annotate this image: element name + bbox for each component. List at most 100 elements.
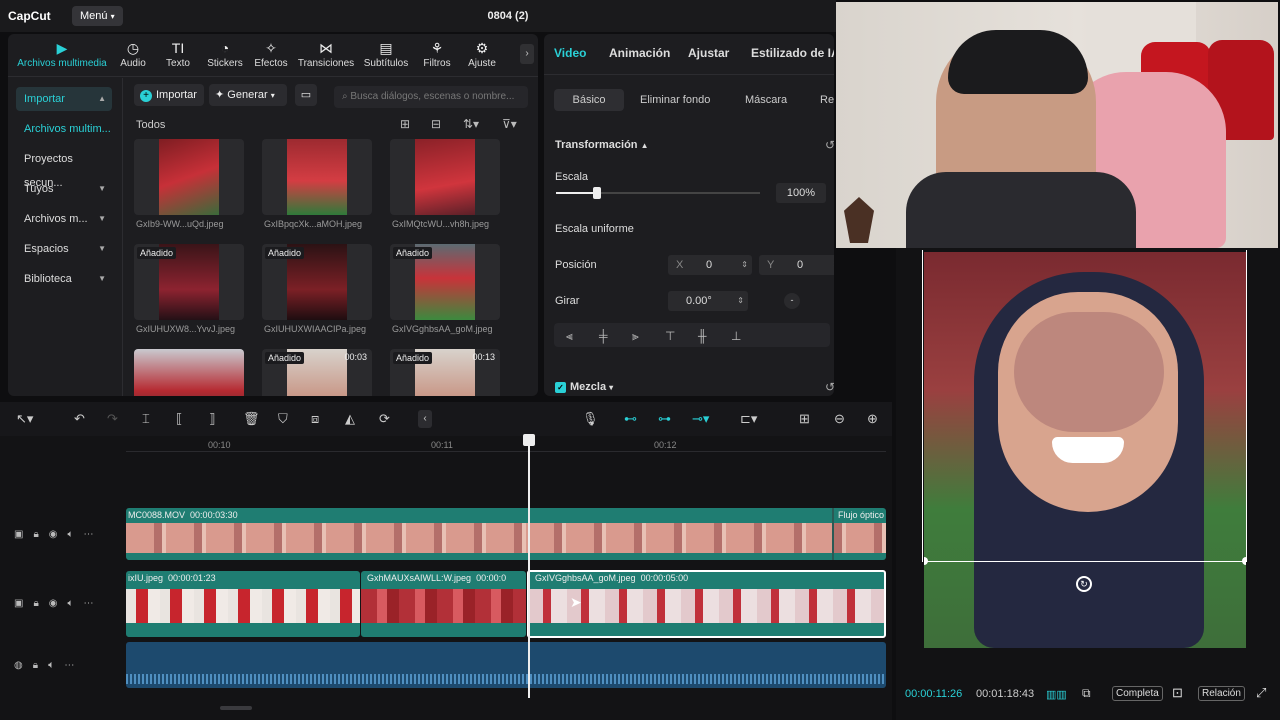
chevron-right-icon[interactable]: › bbox=[520, 44, 534, 64]
more-icon[interactable]: ⋯ bbox=[64, 660, 84, 671]
reset-icon[interactable]: ↺ bbox=[825, 380, 834, 394]
media-thumbnail[interactable]: Añadido 00:03 bbox=[262, 349, 372, 396]
delete-icon[interactable]: 🗑︎ bbox=[243, 411, 260, 427]
time-ruler[interactable] bbox=[126, 436, 886, 452]
playhead[interactable] bbox=[528, 436, 530, 698]
media-thumbnail[interactable]: Añadido bbox=[134, 244, 244, 320]
stepper-icon[interactable]: ⇕ bbox=[737, 291, 744, 311]
tool-transitions[interactable]: ⋈ Transiciones bbox=[296, 40, 356, 69]
horizontal-scrollbar[interactable] bbox=[220, 706, 252, 710]
magnet-snap-icon[interactable]: ⊷ bbox=[624, 411, 637, 427]
media-thumbnail[interactable]: Añadido bbox=[262, 244, 372, 320]
stepper-icon[interactable]: ⇕ bbox=[832, 255, 834, 275]
more-icon[interactable]: ⋯ bbox=[84, 598, 104, 609]
audio-clip[interactable] bbox=[126, 642, 886, 688]
chevron-left-icon[interactable]: ‹ bbox=[418, 410, 432, 428]
split-left-icon[interactable]: ⟦ bbox=[176, 411, 182, 427]
media-thumbnail[interactable] bbox=[390, 139, 500, 215]
tool-text[interactable]: TI Texto bbox=[161, 40, 195, 69]
folder-icon[interactable]: ⊞ bbox=[400, 117, 410, 131]
stepper-icon[interactable]: ⇕ bbox=[741, 255, 748, 275]
eye-icon[interactable]: ◉ bbox=[49, 529, 68, 540]
tool-stickers[interactable]: ◔ Stickers bbox=[204, 40, 246, 69]
scale-slider[interactable] bbox=[556, 187, 760, 199]
playhead-handle[interactable] bbox=[523, 434, 535, 446]
align-left-icon[interactable]: ⫷ bbox=[566, 329, 573, 344]
lock-icon[interactable]: 🔒︎ bbox=[33, 529, 48, 540]
select-pointer-icon[interactable]: ↖▾ bbox=[16, 411, 33, 427]
volume-icon[interactable]: 🔈︎ bbox=[48, 660, 64, 671]
rotate-dial-icon[interactable]: - bbox=[784, 293, 800, 309]
generate-button[interactable]: ✦ Generar ▾ bbox=[209, 84, 287, 106]
subtab-basic[interactable]: Básico bbox=[554, 89, 624, 111]
align-right-icon[interactable]: ⫸ bbox=[632, 329, 639, 344]
preview-frame[interactable]: ↻ bbox=[924, 252, 1246, 648]
tab-adjust[interactable]: Ajustar bbox=[688, 46, 729, 60]
rotate-field[interactable]: 0.00° ⇕ bbox=[668, 291, 748, 311]
split-icon[interactable]: ⌶ bbox=[142, 411, 150, 427]
cover-icon[interactable]: ▣ bbox=[14, 598, 33, 609]
tool-audio[interactable]: ◷ Audio bbox=[116, 40, 150, 69]
tab-ai-style[interactable]: Estilizado de IA bbox=[751, 46, 834, 60]
tool-subtitles[interactable]: ▤ Subtítulos bbox=[360, 40, 412, 69]
media-thumbnail[interactable] bbox=[262, 139, 372, 215]
redo-icon[interactable]: ↷ bbox=[107, 411, 118, 427]
filter-icon[interactable]: ⊽▾ bbox=[502, 117, 517, 131]
position-x-field[interactable]: X 0 ⇕ bbox=[668, 255, 752, 275]
tool-adjust[interactable]: ⚙ Ajuste bbox=[464, 40, 500, 69]
rotate-handle-icon[interactable]: ↻ bbox=[1076, 576, 1092, 592]
aspect-ratio-button[interactable]: Relación bbox=[1198, 686, 1245, 701]
cover-icon[interactable]: ▣ bbox=[14, 529, 33, 540]
sidebar-item-import[interactable]: Importar ▲ bbox=[16, 87, 112, 111]
scale-value[interactable]: 100% bbox=[776, 183, 826, 203]
grid-view-icon[interactable]: ⊟ bbox=[431, 117, 441, 131]
scale-slider-handle[interactable] bbox=[592, 187, 601, 199]
crop-icon[interactable]: ⧉ bbox=[1082, 686, 1091, 701]
rotate-icon[interactable]: ⟳ bbox=[379, 411, 390, 427]
split-right-icon[interactable]: ⟧ bbox=[209, 411, 215, 427]
tool-filters[interactable]: ⚘ Filtros bbox=[418, 40, 456, 69]
auto-snap-icon[interactable]: ⊶ bbox=[658, 411, 671, 427]
sidebar-item-subprojects[interactable]: Proyectos secun... bbox=[16, 147, 112, 189]
volume-icon[interactable]: 🔈︎ bbox=[68, 529, 84, 540]
filter-all[interactable]: Todos bbox=[136, 119, 165, 131]
undo-icon[interactable]: ↶ bbox=[74, 411, 85, 427]
transform-section[interactable]: Transformación ▲ bbox=[555, 139, 649, 151]
full-quality-button[interactable]: Completa bbox=[1112, 686, 1163, 701]
align-center-icon[interactable]: ╪ bbox=[599, 329, 608, 343]
checkbox-icon[interactable]: ✓ bbox=[555, 382, 566, 393]
tool-media[interactable]: ▶ Archivos multimedia bbox=[12, 40, 112, 69]
preview-axis-icon[interactable]: ⊏▾ bbox=[740, 411, 757, 427]
subtab-more[interactable]: Re bbox=[820, 89, 834, 111]
search-input[interactable]: ⌕ Busca diálogos, escenas o nombre... bbox=[334, 86, 528, 108]
reset-icon[interactable]: ↺ bbox=[825, 138, 834, 152]
subtab-remove-bg[interactable]: Eliminar fondo bbox=[640, 89, 710, 111]
sidebar-item-library[interactable]: Biblioteca ▼ bbox=[16, 267, 112, 291]
sidebar-item-files[interactable]: Archivos m... ▼ bbox=[16, 207, 112, 231]
caption-icon[interactable]: ⊞ bbox=[799, 411, 810, 427]
eye-icon[interactable]: ◉ bbox=[49, 598, 68, 609]
zoom-out-icon[interactable]: ⊖ bbox=[834, 411, 845, 427]
import-button[interactable]: + Importar bbox=[134, 84, 204, 106]
media-thumbnail[interactable]: Añadido bbox=[390, 244, 500, 320]
more-icon[interactable]: ⋯ bbox=[84, 529, 104, 540]
sort-icon[interactable]: ⇅▾ bbox=[463, 117, 479, 131]
zoom-fit-icon[interactable]: ⊡ bbox=[1172, 685, 1183, 701]
audio-track-icon[interactable]: ◍ bbox=[14, 660, 33, 671]
sidebar-item-spaces[interactable]: Espacios ▼ bbox=[16, 237, 112, 261]
volume-icon[interactable]: 🔈︎ bbox=[68, 598, 84, 609]
align-top-icon[interactable]: ⊤ bbox=[665, 329, 675, 343]
sidebar-item-yours[interactable]: Tuyos ▼ bbox=[16, 177, 112, 201]
mirror-icon[interactable]: ◭ bbox=[345, 411, 355, 427]
tab-video[interactable]: Video bbox=[554, 46, 586, 60]
tool-effects[interactable]: ✧ Efectos bbox=[252, 40, 290, 69]
subtab-mask[interactable]: Máscara bbox=[745, 89, 787, 111]
zoom-in-icon[interactable]: ⊕ bbox=[867, 411, 878, 427]
main-video-clip[interactable] bbox=[126, 508, 886, 560]
align-bottom-icon[interactable]: ⊥ bbox=[731, 329, 741, 343]
link-icon[interactable]: ⊸▾ bbox=[692, 411, 709, 427]
align-middle-icon[interactable]: ╫ bbox=[698, 329, 707, 343]
media-thumbnail[interactable]: Añadido 00:13 bbox=[390, 349, 500, 396]
microphone-icon[interactable]: 🎙︎ bbox=[582, 411, 599, 427]
tab-animation[interactable]: Animación bbox=[609, 46, 670, 60]
